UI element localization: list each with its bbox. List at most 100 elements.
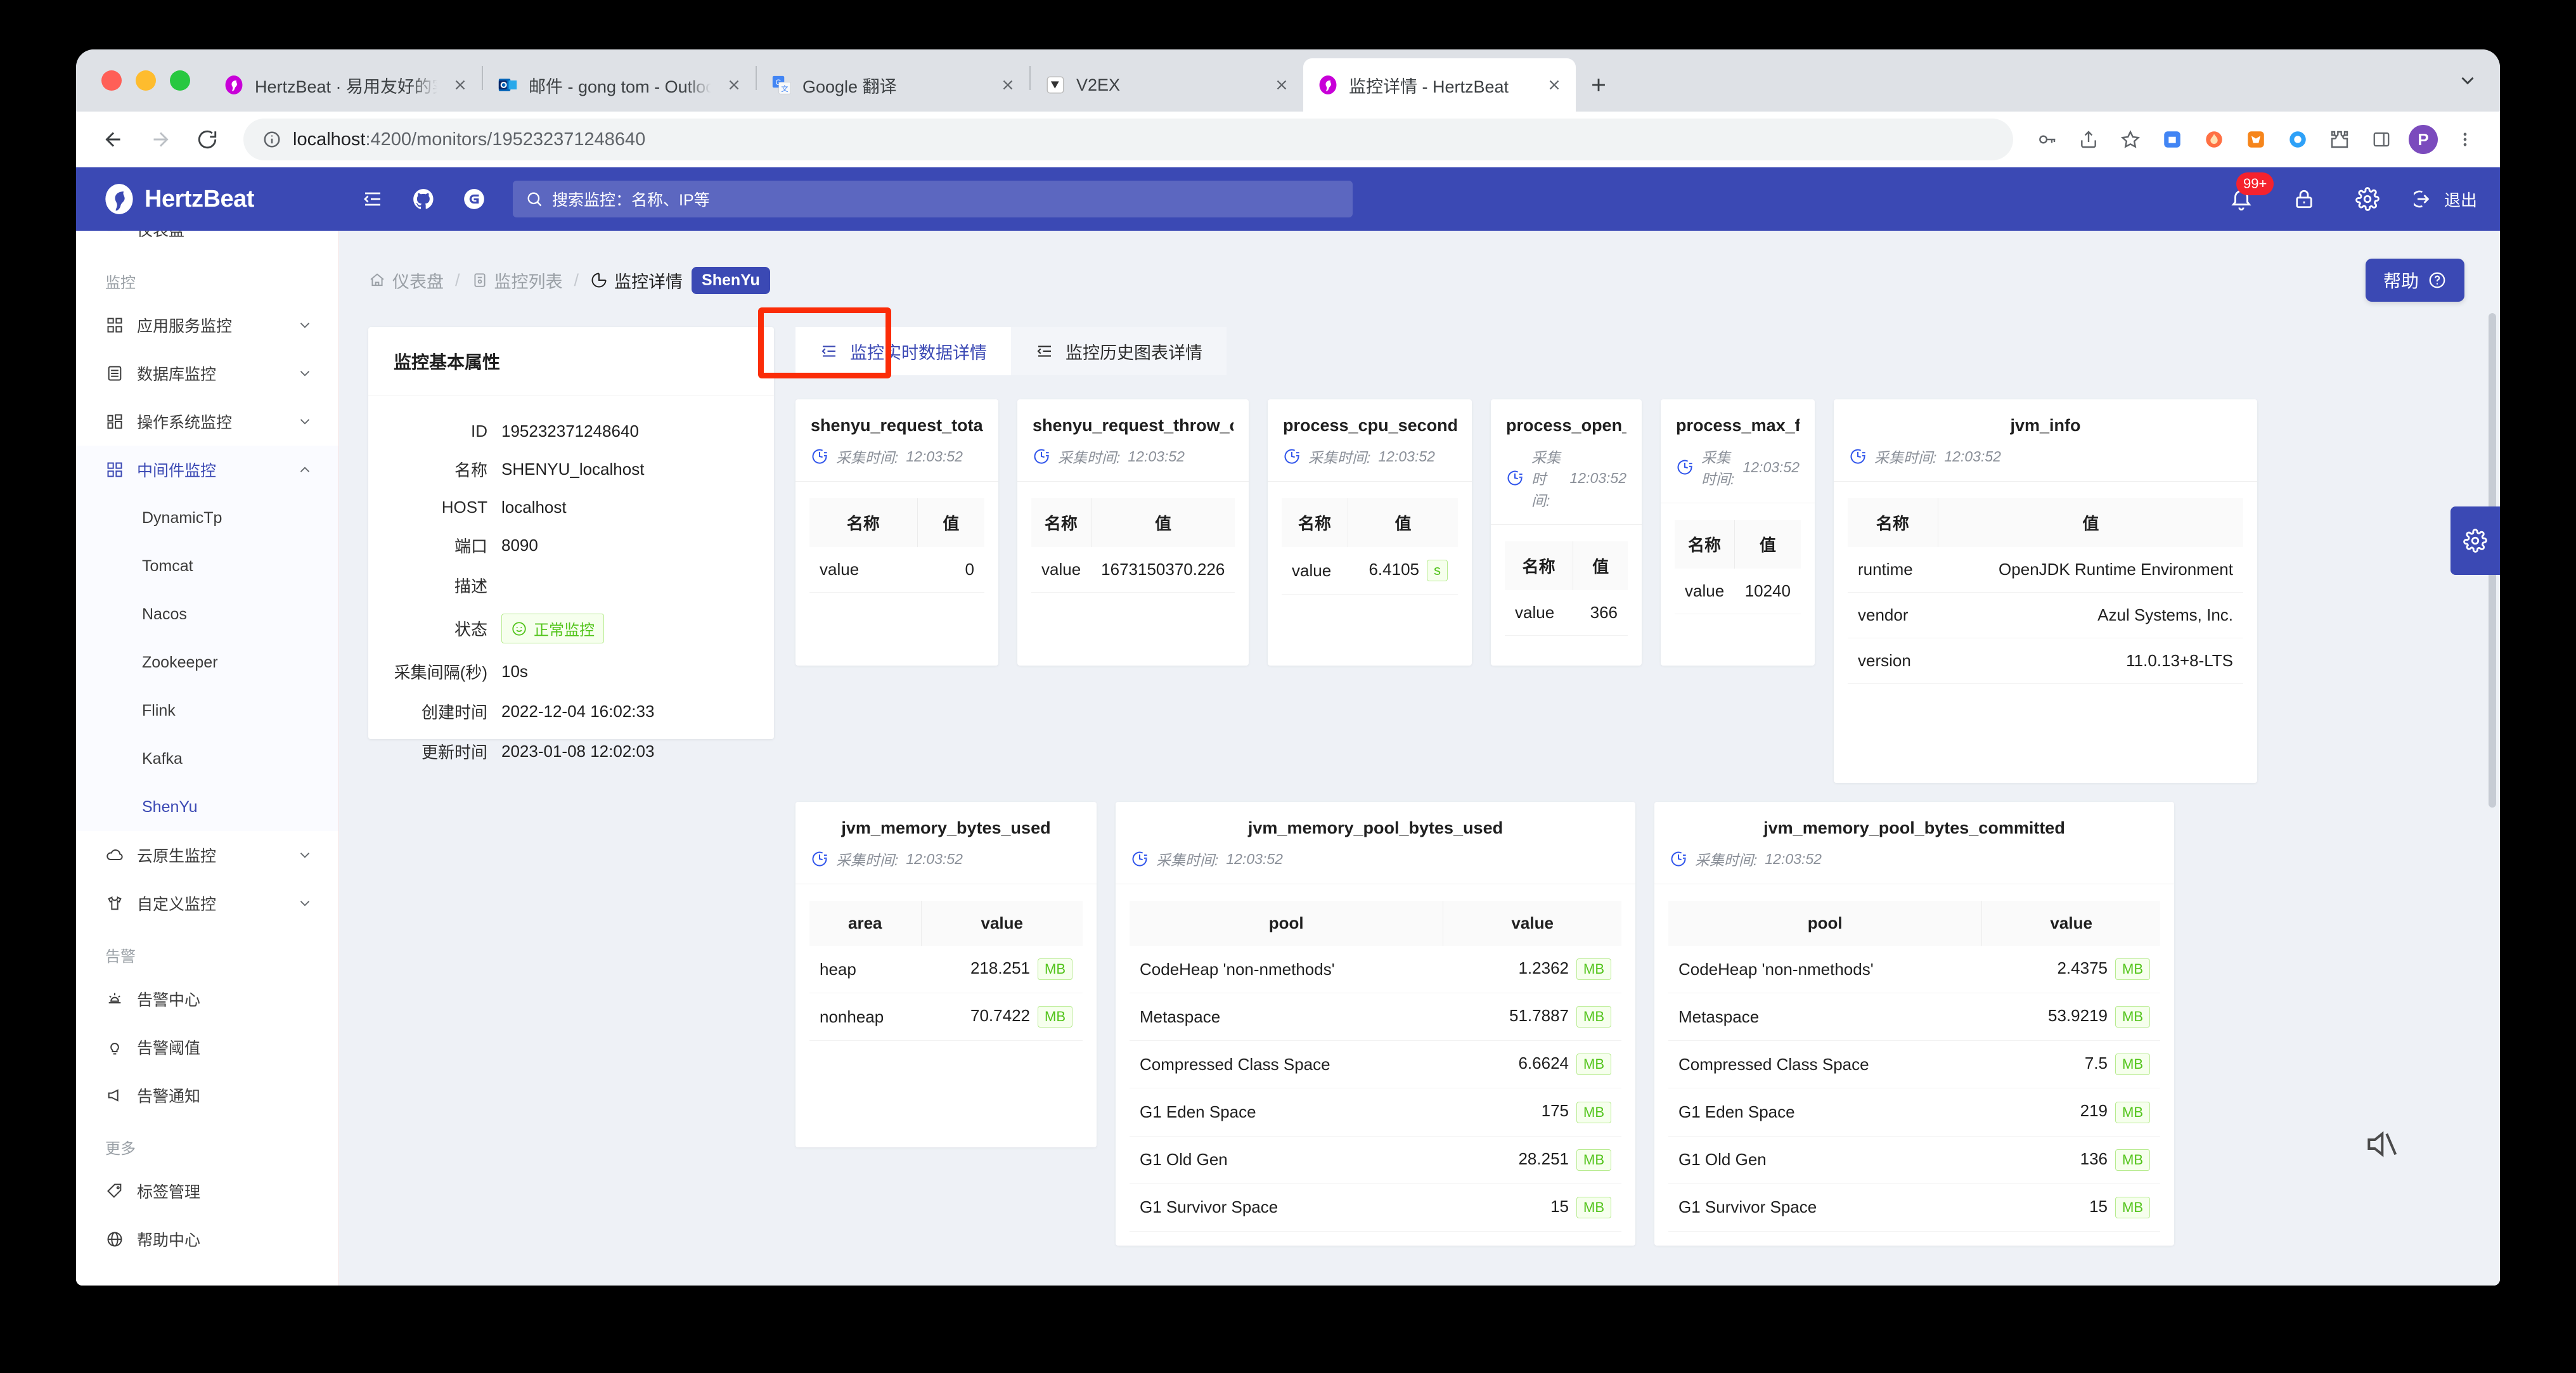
brand-logo-area[interactable]: HertzBeat <box>76 183 339 216</box>
metric-unit: MB <box>2115 958 2150 980</box>
reload-icon[interactable] <box>186 119 228 160</box>
metric-row-name: G1 Survivor Space <box>1668 1183 1982 1231</box>
menu-collapse-icon[interactable] <box>356 182 390 216</box>
brand-name: HertzBeat <box>145 186 254 213</box>
browser-tab-active[interactable]: 监控详情 - HertzBeat <box>1303 58 1576 112</box>
breadcrumb-item-monitor-list[interactable]: 监控列表 <box>472 268 563 293</box>
extension-flame-icon[interactable] <box>2196 121 2232 158</box>
sidebar-item-label: 云原生监控 <box>137 844 284 867</box>
sidebar-item-1[interactable]: 数据库监控 <box>76 349 338 397</box>
table-header-row: 名称值 <box>1031 498 1235 547</box>
sidebar-item-label: 告警阈值 <box>137 1036 313 1059</box>
gitee-icon[interactable] <box>457 182 491 216</box>
sidebar[interactable]: 仪表盘监控应用服务监控数据库监控操作系统监控中间件监控DynamicTpTomc… <box>76 231 339 1286</box>
metric-row-value: 15MB <box>1982 1183 2160 1231</box>
new-tab-button[interactable] <box>1576 58 1621 112</box>
sidebar-subitem-tomcat[interactable]: Tomcat <box>76 542 338 590</box>
close-icon[interactable] <box>1269 72 1294 98</box>
logout-button[interactable]: 退出 <box>2414 188 2477 211</box>
profile-avatar[interactable]: P <box>2405 121 2442 158</box>
tag-icon <box>105 1182 124 1201</box>
sidebar-subitem-dynamictp[interactable]: DynamicTp <box>76 494 338 542</box>
chevron-up-icon[interactable] <box>297 461 313 478</box>
chevron-down-icon[interactable] <box>297 365 313 382</box>
info-row-key: 状态 <box>368 617 501 640</box>
browser-tab[interactable]: 邮件 - gong tom - Outlook <box>483 58 756 112</box>
close-icon[interactable] <box>448 72 473 98</box>
browser-tab[interactable]: V2EX <box>1031 58 1303 112</box>
sidebar-item-0[interactable]: 应用服务监控 <box>76 301 338 349</box>
status-badge: 正常监控 <box>501 614 604 643</box>
sidebar-item-1[interactable]: 帮助中心 <box>76 1215 338 1263</box>
sidebar-item-3[interactable]: 中间件监控 <box>76 446 338 494</box>
metric-unit: MB <box>2115 1102 2150 1123</box>
sidebar-subitem-shenyu[interactable]: ShenYu <box>76 783 338 831</box>
forward-icon[interactable] <box>139 119 181 160</box>
extension-circle-icon[interactable] <box>2279 121 2316 158</box>
info-row-key: 采集间隔(秒) <box>368 660 501 683</box>
extension-puzzle-blue-icon[interactable] <box>2154 121 2191 158</box>
breadcrumb: 仪表盘 / 监控列表 / 监控详情 ShenYu <box>339 231 2500 302</box>
metric-row-value: 175MB <box>1443 1088 1621 1136</box>
metric-row-name: Metaspace <box>1668 993 1982 1041</box>
minimize-window-button[interactable] <box>136 70 156 91</box>
metric-card-header: jvm_memory_pool_bytes_used采集时间:12:03:52 <box>1116 802 1635 884</box>
mute-icon[interactable] <box>2363 1126 2399 1162</box>
maximize-window-button[interactable] <box>170 70 190 91</box>
metric-card-header: jvm_info采集时间:12:03:52 <box>1834 399 2257 482</box>
sidebar-item-5[interactable]: 自定义监控 <box>76 879 338 927</box>
close-window-button[interactable] <box>101 70 122 91</box>
sidebar-subitem-nacos[interactable]: Nacos <box>76 590 338 638</box>
lock-icon[interactable] <box>2287 182 2321 216</box>
close-icon[interactable] <box>1542 72 1567 98</box>
alarm-icon <box>105 989 124 1009</box>
chevron-down-icon[interactable] <box>297 895 313 912</box>
metric-row-value: 2.4375MB <box>1982 946 2160 993</box>
tab-history-chart[interactable]: 监控历史图表详情 <box>1011 327 1227 375</box>
key-icon[interactable] <box>2028 121 2065 158</box>
sidebar-subitem-flink[interactable]: Flink <box>76 687 338 735</box>
chevron-down-icon[interactable] <box>297 413 313 430</box>
address-bar[interactable]: localhost:4200/monitors/195232371248640 <box>243 119 2013 160</box>
monitor-basic-info-card: 监控基本属性 ID195232371248640名称SHENYU_localho… <box>368 327 774 739</box>
sidebar-item-0[interactable]: 告警中心 <box>76 975 338 1023</box>
tab-list-button[interactable] <box>2457 49 2500 112</box>
extension-fox-icon[interactable] <box>2238 121 2274 158</box>
github-icon[interactable] <box>406 182 441 216</box>
sidebar-item-dashboard[interactable]: 仪表盘 <box>76 231 338 254</box>
notification-bell-icon[interactable]: 99+ <box>2225 183 2258 216</box>
chevron-down-icon[interactable] <box>297 847 313 863</box>
tab-realtime-data[interactable]: 监控实时数据详情 <box>795 327 1011 375</box>
browser-menu-icon[interactable] <box>2447 121 2483 158</box>
main-row: 监控基本属性 ID195232371248640名称SHENYU_localho… <box>339 302 2500 1246</box>
browser-tab[interactable]: HertzBeat · 易用友好的实时监控 <box>209 58 482 112</box>
site-info-icon[interactable] <box>262 130 281 149</box>
close-icon[interactable] <box>995 72 1021 98</box>
back-icon[interactable] <box>93 119 134 160</box>
sidebar-item-0[interactable]: 标签管理 <box>76 1167 338 1215</box>
sidebar-item-1[interactable]: 告警阈值 <box>76 1023 338 1071</box>
breadcrumb-item-dashboard[interactable]: 仪表盘 <box>368 268 444 293</box>
browser-tab[interactable]: G文Google 翻译 <box>757 58 1029 112</box>
settings-drawer-handle[interactable] <box>2450 506 2500 575</box>
metric-row-value: 0 <box>917 547 984 593</box>
info-row-key: HOST <box>368 498 501 517</box>
sidebar-subitem-zookeeper[interactable]: Zookeeper <box>76 638 338 687</box>
outlook-icon <box>497 74 518 96</box>
metric-card-body: poolvalueCodeHeap 'non-nmethods'2.4375MB… <box>1654 884 2174 1246</box>
sidebar-item-2[interactable]: 操作系统监控 <box>76 397 338 446</box>
close-icon[interactable] <box>721 72 747 98</box>
bookmark-star-icon[interactable] <box>2112 121 2149 158</box>
clock-icon <box>1506 469 1524 487</box>
share-icon[interactable] <box>2070 121 2107 158</box>
sidebar-item-2[interactable]: 告警通知 <box>76 1071 338 1119</box>
gear-icon[interactable] <box>2350 182 2385 216</box>
sidebar-item-4[interactable]: 云原生监控 <box>76 831 338 879</box>
search-input[interactable]: 搜索监控：名称、IP等 <box>513 181 1353 217</box>
sidebar-subitem-kafka[interactable]: Kafka <box>76 735 338 783</box>
chevron-down-icon[interactable] <box>297 317 313 333</box>
metric-card-body: areavalueheap218.251MBnonheap70.7422MB <box>795 884 1097 1060</box>
sidebar-toggle-icon[interactable] <box>2363 121 2400 158</box>
extensions-icon[interactable] <box>2321 121 2358 158</box>
help-button[interactable]: 帮助 <box>2366 259 2464 302</box>
